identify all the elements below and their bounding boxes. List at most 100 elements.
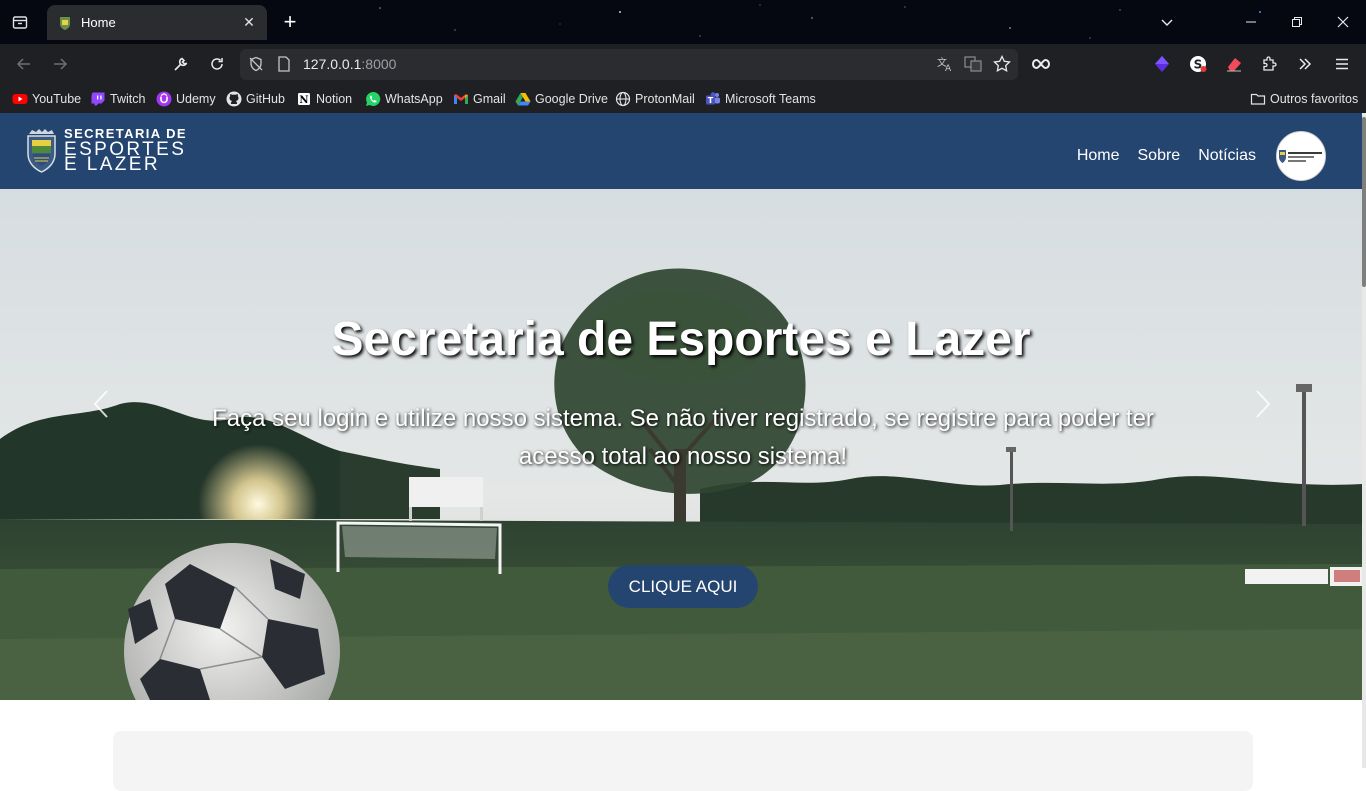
forward-button[interactable] bbox=[48, 52, 72, 76]
svg-text:T: T bbox=[708, 96, 714, 105]
bookmark-twitch[interactable]: Twitch bbox=[90, 90, 145, 107]
bookmark-udemy[interactable]: Udemy bbox=[156, 90, 216, 107]
user-avatar[interactable] bbox=[1276, 131, 1326, 181]
scrollbar-thumb[interactable] bbox=[1362, 117, 1366, 287]
bookmark-label: Microsoft Teams bbox=[725, 91, 816, 106]
s-extension-icon: S bbox=[1190, 56, 1207, 72]
whatsapp-icon bbox=[366, 91, 381, 106]
main-nav: Home Sobre Notícias bbox=[1077, 147, 1256, 165]
avatar-logo-icon bbox=[1279, 150, 1322, 163]
hamburger-menu-icon bbox=[1336, 58, 1348, 70]
translate-page-icon[interactable] bbox=[962, 53, 984, 75]
page-info-icon[interactable] bbox=[273, 53, 295, 75]
extension-s-button[interactable]: S bbox=[1186, 52, 1210, 76]
twitch-icon bbox=[91, 92, 105, 105]
tab-title: Home bbox=[81, 15, 116, 30]
devtools-button[interactable] bbox=[169, 52, 193, 76]
bookmark-microsoft-teams[interactable]: T Microsoft Teams bbox=[705, 90, 816, 107]
folder-icon bbox=[1250, 93, 1266, 105]
arrow-left-icon bbox=[16, 58, 30, 70]
infinity-icon bbox=[1032, 58, 1050, 70]
notion-icon: N bbox=[297, 91, 311, 106]
translate-icon[interactable]: 文A bbox=[934, 53, 956, 75]
nav-news[interactable]: Notícias bbox=[1198, 147, 1256, 165]
tab-search-button[interactable] bbox=[8, 10, 32, 34]
coat-of-arms-icon bbox=[27, 128, 56, 173]
hero-carousel: Secretaria de Esportes e Lazer Faça seu … bbox=[0, 189, 1362, 700]
carousel-prev-button[interactable] bbox=[86, 389, 116, 419]
restore-button[interactable] bbox=[1274, 0, 1320, 44]
chevron-down-icon bbox=[1161, 19, 1173, 26]
bookmark-label: GitHub bbox=[246, 91, 285, 106]
chevron-right-icon bbox=[1256, 390, 1271, 418]
hero-subtitle: Faça seu login e utilize nosso sistema. … bbox=[212, 405, 1154, 470]
wrench-icon bbox=[174, 57, 188, 71]
star-bookmark-icon[interactable] bbox=[991, 53, 1013, 75]
tab-favicon-icon bbox=[60, 16, 70, 30]
bookmark-label: Google Drive bbox=[535, 91, 608, 106]
restore-icon bbox=[1292, 17, 1302, 27]
other-bookmarks-folder[interactable]: Outros favoritos bbox=[1250, 90, 1358, 107]
reload-button[interactable] bbox=[205, 52, 229, 76]
nav-about[interactable]: Sobre bbox=[1138, 147, 1181, 165]
bookmark-label: Gmail bbox=[473, 91, 506, 106]
bookmark-youtube[interactable]: YouTube bbox=[12, 90, 81, 107]
browser-tab-bar: Home ✕ + bbox=[0, 0, 1366, 44]
more-tools-button[interactable] bbox=[1293, 52, 1317, 76]
bookmark-github[interactable]: GitHub bbox=[226, 90, 285, 107]
bookmark-whatsapp[interactable]: WhatsApp bbox=[365, 90, 443, 107]
hero-title: Secretaria de Esportes e Lazer bbox=[331, 313, 1031, 366]
browser-tab-home[interactable]: Home ✕ bbox=[47, 5, 267, 40]
new-tab-button[interactable]: + bbox=[278, 10, 302, 34]
back-button[interactable] bbox=[12, 52, 36, 76]
bookmark-google-drive[interactable]: Google Drive bbox=[515, 90, 608, 107]
github-icon bbox=[226, 91, 242, 106]
svg-text:A: A bbox=[945, 64, 952, 73]
carousel-next-button[interactable] bbox=[1248, 389, 1278, 419]
menu-button[interactable] bbox=[1330, 52, 1354, 76]
globe-icon bbox=[615, 91, 631, 106]
url-port: :8000 bbox=[361, 56, 397, 72]
bookmark-label: WhatsApp bbox=[385, 91, 443, 106]
reload-icon bbox=[211, 58, 223, 70]
extensions-button[interactable] bbox=[1258, 52, 1282, 76]
logo-text: SECRETARIA DE ESPORTES E LAZER bbox=[64, 127, 187, 174]
minimize-button[interactable] bbox=[1228, 0, 1274, 44]
tracking-protection-icon[interactable] bbox=[245, 53, 267, 75]
eraser-icon bbox=[1227, 58, 1241, 72]
url-text: 127.0.0.1:8000 bbox=[303, 56, 396, 72]
content-card bbox=[113, 731, 1253, 791]
other-bookmarks-label: Outros favoritos bbox=[1270, 91, 1359, 106]
bookmark-gmail[interactable]: Gmail bbox=[453, 90, 506, 107]
site-logo[interactable]: SECRETARIA DE ESPORTES E LAZER bbox=[24, 127, 187, 174]
udemy-icon bbox=[156, 91, 172, 106]
bookmark-label: YouTube bbox=[32, 91, 82, 106]
bookmark-label: Twitch bbox=[110, 91, 146, 106]
minimize-icon bbox=[1246, 21, 1256, 23]
nav-home[interactable]: Home bbox=[1077, 147, 1120, 165]
gmail-icon bbox=[454, 93, 468, 104]
bookmark-protonmail[interactable]: ProtonMail bbox=[615, 90, 695, 107]
page-scrollbar[interactable] bbox=[1362, 113, 1366, 768]
close-icon bbox=[1337, 16, 1349, 28]
gem-extension-icon bbox=[1155, 56, 1169, 72]
extension-purple-button[interactable] bbox=[1150, 52, 1174, 76]
incognito-button[interactable] bbox=[1029, 52, 1053, 76]
bookmark-label: Udemy bbox=[176, 91, 216, 106]
chevron-left-icon bbox=[93, 390, 108, 418]
url-host: 127.0.0.1 bbox=[303, 56, 362, 72]
tab-dropdown-button[interactable] bbox=[1144, 0, 1190, 44]
address-bar[interactable]: 127.0.0.1:8000 文A bbox=[240, 49, 1018, 80]
youtube-icon bbox=[12, 93, 28, 104]
click-here-button[interactable]: CLIQUE AQUI bbox=[608, 565, 758, 608]
tab-list-icon bbox=[12, 16, 28, 29]
extension-eraser-button[interactable] bbox=[1222, 52, 1246, 76]
teams-icon: T bbox=[706, 91, 720, 105]
close-window-button[interactable] bbox=[1320, 0, 1366, 44]
google-drive-icon bbox=[515, 92, 531, 105]
tab-close-icon[interactable]: ✕ bbox=[241, 14, 257, 31]
bookmark-notion[interactable]: N Notion bbox=[296, 90, 352, 107]
bookmark-label: ProtonMail bbox=[635, 91, 695, 106]
svg-text:N: N bbox=[299, 95, 308, 106]
arrow-right-icon bbox=[54, 58, 68, 70]
